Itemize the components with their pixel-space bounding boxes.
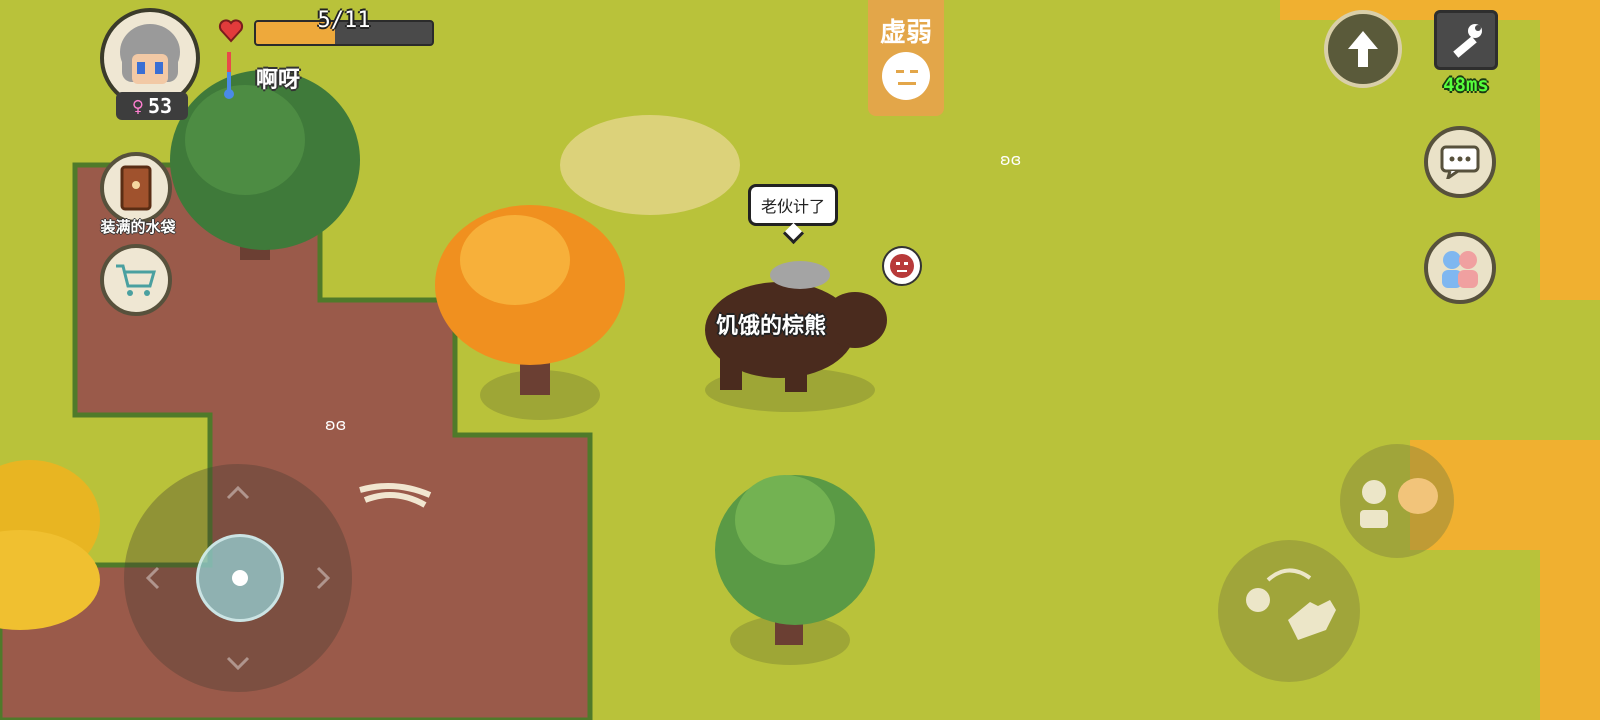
speech-bubble: 老伙计了 [748,184,839,226]
heart-icon [218,19,244,43]
chat-button[interactable] [1424,126,1496,198]
friends-icon [1442,251,1478,288]
butterfly: ʚɞ [325,415,346,434]
dry-grass-patch [560,115,740,215]
angry-face-icon [882,246,922,286]
settings-button[interactable] [1434,10,1498,70]
age-badge: ♀ 53 [116,92,188,120]
animal-name-label: 饥饿的棕熊 [716,314,827,339]
neutral-face-icon [882,52,930,100]
shopping-cart-icon [116,264,156,296]
held-item-button[interactable] [100,152,172,224]
use-item-button[interactable] [1218,540,1360,682]
scroll-up-button[interactable] [1324,10,1402,88]
status-label: 虚弱 [879,18,932,48]
butterfly: ʚɞ [1000,150,1021,169]
female-icon: ♀ [131,94,144,118]
ping-indicator: 48ms [1443,74,1489,96]
joystick-knob[interactable] [196,534,284,622]
chat-bubble-icon [1440,145,1480,179]
friends-button[interactable] [1424,232,1496,304]
held-item-label: 装满的水袋 [100,218,176,236]
food-count: 5/11 [317,8,371,33]
dpad-icon [232,570,248,586]
open-hand-icon [1246,568,1336,640]
temperature-label: 啊呀 [256,68,301,93]
arrow-up-icon [1348,31,1378,67]
wrench-icon [1453,24,1482,58]
player-helmet [770,261,830,289]
yellow-tree-left [0,460,100,630]
thermometer-icon [224,52,234,99]
shop-button[interactable] [100,244,172,316]
water-bag-icon [120,165,152,211]
player-portrait [120,24,180,84]
player-age: 53 [147,94,173,118]
